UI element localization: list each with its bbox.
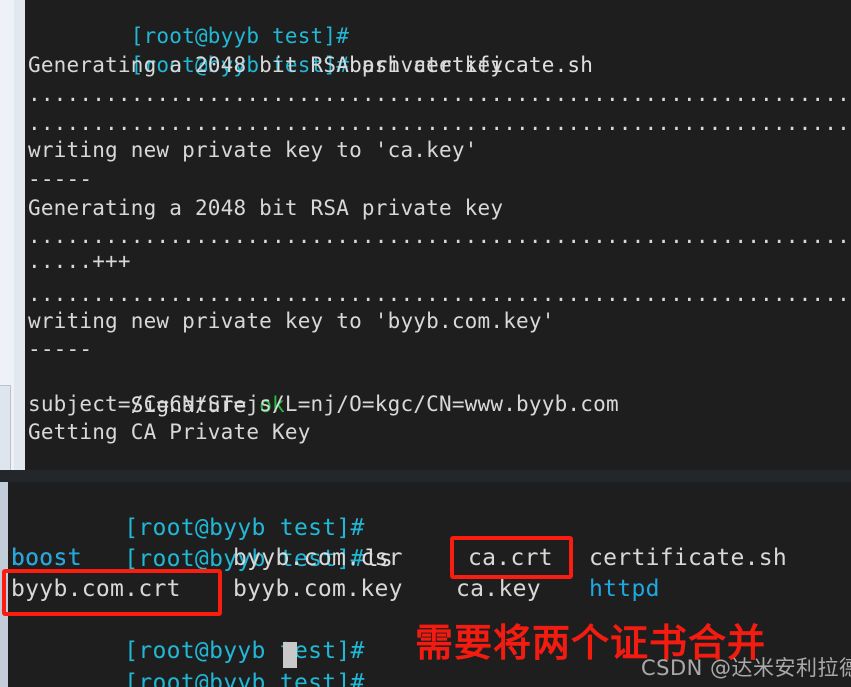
shell-prompt: [root@byyb test]# — [124, 670, 365, 687]
terminal-line: [root@byyb test]# — [28, 446, 349, 470]
upper-terminal-text-area[interactable]: [root@byyb test]# [root@byyb test]#bash … — [25, 0, 851, 470]
ls-entry[interactable]: byyb.com.csr — [233, 543, 403, 574]
upper-terminal-pane: [root@byyb test]# [root@byyb test]#bash … — [0, 0, 851, 470]
terminal-line: writing new private key to 'byyb.com.key… — [28, 309, 555, 333]
terminal-progress-dots: ........................................… — [28, 282, 851, 306]
ls-entry[interactable]: ca.key — [456, 574, 541, 605]
terminal-cursor — [283, 642, 297, 668]
terminal-line: Generating a 2048 bit RSA private key — [28, 196, 504, 220]
ls-entry-directory[interactable]: httpd — [589, 574, 660, 605]
ls-entry-directory-boost[interactable]: boost — [11, 543, 82, 574]
terminal-progress-dots: ........................................… — [28, 82, 851, 106]
terminal-line: Getting CA Private Key — [28, 420, 311, 444]
ls-entry[interactable]: ca.crt — [468, 543, 553, 574]
terminal-line: [root@byyb test]# — [11, 637, 365, 687]
screenshot-separator — [0, 470, 851, 482]
ls-entry[interactable]: byyb.com.crt — [11, 574, 181, 605]
terminal-scrollbar-track[interactable] — [14, 0, 38, 470]
background-window-edge — [0, 385, 11, 470]
terminal-line: ----- — [28, 337, 93, 361]
terminal-line: Generating a 2048 bit RSA private key — [28, 53, 504, 77]
terminal-scrollbar-thumb-lower[interactable] — [0, 482, 8, 687]
ls-entry[interactable]: byyb.com.key — [233, 574, 403, 605]
terminal-progress-dots: .....+++ — [28, 249, 131, 273]
terminal-line: ----- — [28, 167, 93, 191]
screenshot-root: [root@byyb test]# [root@byyb test]#bash … — [0, 0, 851, 687]
csdn-watermark: CSDN @达米安利拉德 — [641, 656, 851, 680]
terminal-line: writing new private key to 'ca.key' — [28, 138, 478, 162]
terminal-line: subject=/C=CN/ST=js/L=nj/O=kgc/CN=www.by… — [28, 392, 619, 416]
ls-entry[interactable]: certificate.sh — [589, 543, 787, 574]
terminal-progress-dots: ........................................… — [28, 111, 851, 135]
